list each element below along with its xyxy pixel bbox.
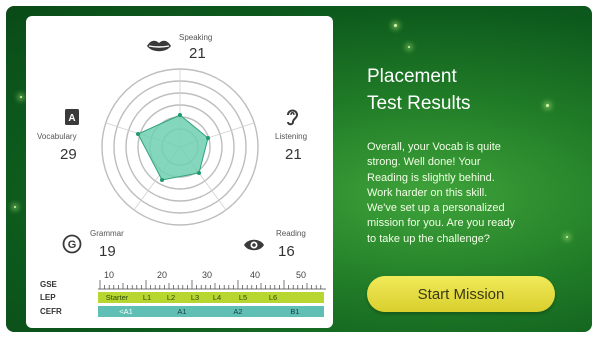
- gse-tick: 10: [104, 270, 115, 280]
- results-title-line2: Test Results: [367, 93, 471, 114]
- lips-icon: [147, 40, 171, 52]
- description-line: Work harder on this skill.: [367, 186, 488, 199]
- results-card: Speaking 21 Listening 21 A Vocabulary 29…: [26, 16, 333, 328]
- gse-tick: 30: [202, 270, 213, 280]
- svg-text:G: G: [68, 239, 77, 251]
- lep-level: L3: [190, 293, 200, 302]
- description-line: Reading is slightly behind.: [367, 171, 495, 184]
- sparkle-decoration: [546, 104, 549, 107]
- svg-text:A: A: [68, 113, 75, 124]
- reading-label: Reading: [276, 229, 306, 238]
- eye-icon: [244, 239, 264, 251]
- sparkle-decoration: [14, 206, 16, 208]
- radar-score-polygon: [137, 114, 209, 181]
- listening-label: Listening: [275, 132, 308, 141]
- speaking-label: Speaking: [179, 33, 213, 42]
- cefr-bar: <A1 A1 A2 B1: [98, 306, 324, 317]
- speaking-score: 21: [189, 45, 206, 62]
- cefr-level: <A1: [119, 307, 133, 316]
- gse-label: GSE: [40, 280, 57, 289]
- cefr-level: A2: [233, 307, 243, 316]
- lep-level: L4: [212, 293, 222, 302]
- start-mission-button[interactable]: Start Mission: [367, 276, 555, 312]
- description-line: mission for you. Are you ready: [367, 217, 515, 230]
- description-line: Overall, your Vocab is quite: [367, 141, 501, 153]
- gse-tick: 40: [250, 270, 261, 280]
- gse-ruler: [98, 280, 326, 290]
- sparkle-decoration: [394, 24, 397, 27]
- description-line: strong. Well done! Your: [367, 156, 481, 169]
- grammar-icon: G: [62, 234, 82, 254]
- cefr-level: A1: [177, 307, 187, 316]
- lep-bar: Starter L1 L2 L3 L4 L5 L6: [98, 292, 324, 303]
- lep-level: L6: [268, 293, 278, 302]
- ear-icon: [287, 109, 299, 126]
- lep-label: LEP: [40, 293, 56, 302]
- cefr-level: B1: [290, 307, 300, 316]
- vocabulary-label: Vocabulary: [37, 132, 77, 141]
- gse-tick: 20: [157, 270, 168, 280]
- description-line: to take up the challenge?: [367, 232, 490, 245]
- vocabulary-score: 29: [60, 146, 77, 163]
- lep-level: L2: [166, 293, 176, 302]
- sparkle-decoration: [408, 46, 410, 48]
- grammar-label: Grammar: [90, 229, 124, 238]
- lep-level: L5: [238, 293, 248, 302]
- book-icon: A: [65, 109, 79, 125]
- grammar-score: 19: [99, 243, 116, 260]
- listening-score: 21: [285, 146, 302, 163]
- results-title-line1: Placement: [367, 66, 457, 87]
- gse-tick: 50: [296, 270, 307, 280]
- lep-level: Starter: [105, 293, 129, 302]
- sparkle-decoration: [20, 96, 22, 98]
- cefr-label: CEFR: [40, 307, 62, 316]
- description-line: We've set up a personalized: [367, 202, 505, 215]
- reading-score: 16: [278, 243, 295, 260]
- lep-level: L1: [142, 293, 152, 302]
- results-description: Overall, your Vocab is quite strong. Wel…: [367, 140, 567, 247]
